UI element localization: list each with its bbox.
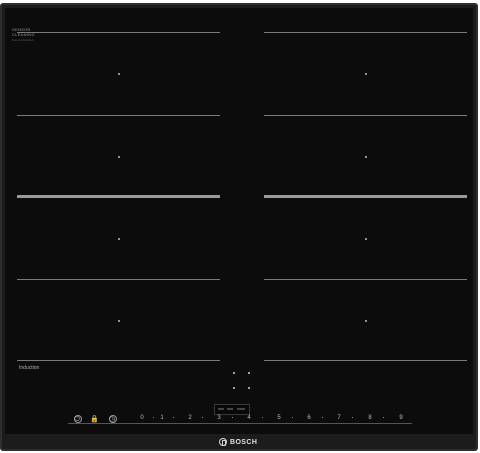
zone-center-right-1[interactable] [365,73,367,75]
slider-half-step-4[interactable] [262,417,263,418]
lock-icon[interactable]: 🔒 [90,415,99,423]
slider-level-4[interactable]: 4 [245,414,253,422]
display-segment-2 [227,408,233,410]
slider-level-1[interactable]: 1 [158,414,166,422]
slider-half-step-0[interactable] [153,417,154,418]
slider-track[interactable] [68,423,412,424]
zone-center-left-3[interactable] [118,238,120,240]
induction-label: Induction [19,365,40,371]
display-segment-1 [218,408,224,410]
zone-marking-right-2 [264,115,467,116]
timer-icon: ◷ [108,415,116,423]
glass-surface: SENSOR CLEANING FlexInduction Induction [5,8,473,434]
zone-center-right-2[interactable] [365,156,367,158]
brand-label: SENSOR CLEANING FlexInduction [12,27,35,43]
zone-selector-front-right[interactable] [248,372,250,374]
zone-selector-front-left[interactable] [233,372,235,374]
bosch-armature-icon [219,438,227,446]
zone-center-left-2[interactable] [118,156,120,158]
zone-marking-right-4 [264,279,467,280]
slider-half-step-7[interactable] [352,417,353,418]
bosch-logo: BOSCH [219,438,257,446]
zone-marking-left-3 [17,195,220,198]
cooktop-frame: SENSOR CLEANING FlexInduction Induction [0,3,478,451]
zone-marking-left-5 [17,360,220,361]
brand-label-line3: FlexInduction [12,38,34,42]
slider-half-step-5[interactable] [292,417,293,418]
slider-level-7[interactable]: 7 [335,414,343,422]
slider-half-step-6[interactable] [322,417,323,418]
zone-selector-rear-right[interactable] [248,387,250,389]
zone-center-left-1[interactable] [118,73,120,75]
slider-level-9[interactable]: 9 [397,414,405,422]
zone-selector-rear-left[interactable] [233,387,235,389]
slider-level-3[interactable]: 3 [215,414,223,422]
zone-marking-right-5 [264,360,467,361]
power-icon: ⏻ [74,415,80,423]
zone-center-right-3[interactable] [365,238,367,240]
zone-marking-left-2 [17,115,220,116]
zone-center-left-4[interactable] [118,320,120,322]
logo-text: BOSCH [230,438,258,446]
display-segment-3 [237,408,245,410]
slider-level-8[interactable]: 8 [366,414,374,422]
slider-half-step-2[interactable] [202,417,203,418]
zone-marking-right-1 [264,32,467,33]
zone-center-right-4[interactable] [365,320,367,322]
slider-level-0[interactable]: 0 [138,414,146,422]
slider-half-step-3[interactable] [232,417,233,418]
zone-marking-left-1 [17,32,220,33]
slider-level-6[interactable]: 6 [305,414,313,422]
zone-marking-right-3 [264,195,467,198]
slider-half-step-8[interactable] [383,417,384,418]
zone-marking-left-4 [17,279,220,280]
slider-level-5[interactable]: 5 [275,414,283,422]
slider-half-step-1[interactable] [173,417,174,418]
slider-level-2[interactable]: 2 [186,414,194,422]
